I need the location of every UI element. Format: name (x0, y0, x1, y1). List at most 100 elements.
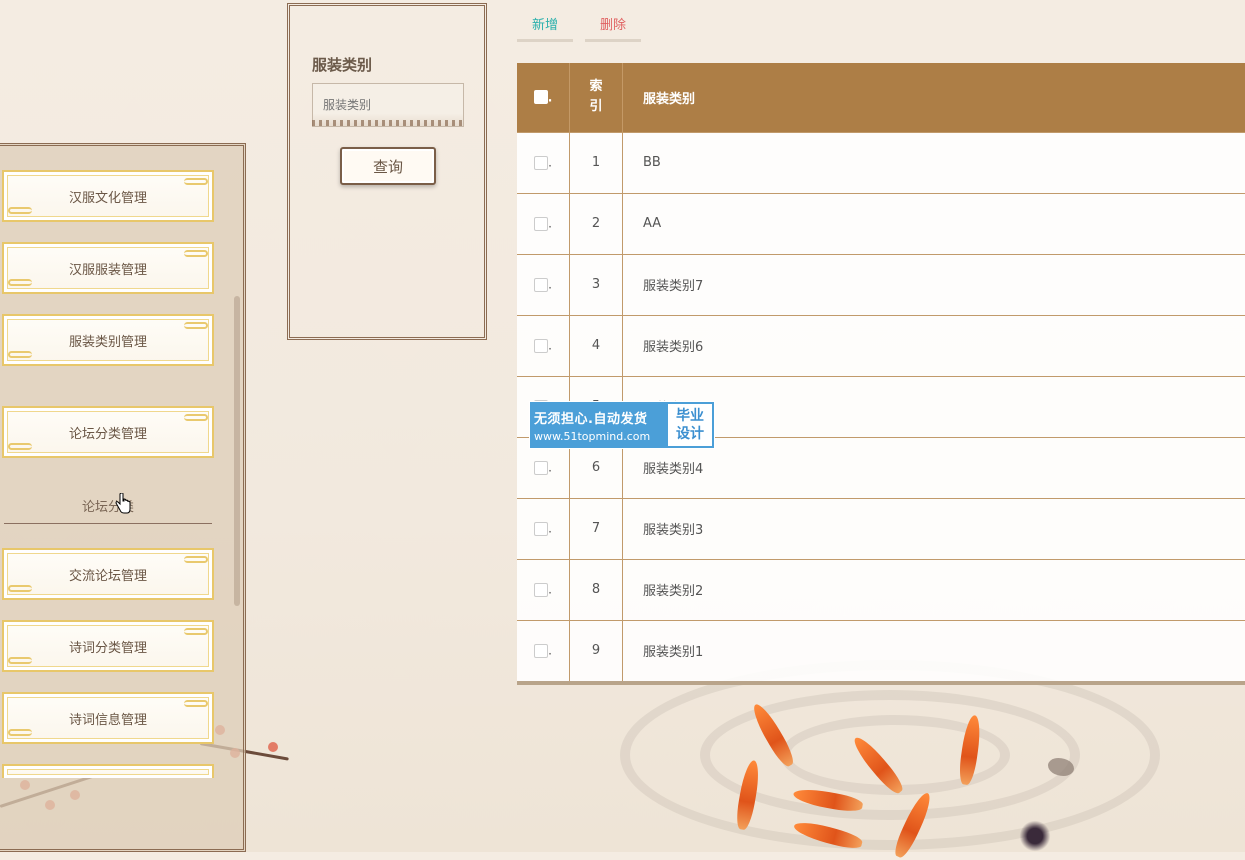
checkbox-dot: . (548, 217, 552, 231)
table-row[interactable]: . 1BB (517, 132, 1245, 193)
query-button[interactable]: 查询 (340, 147, 436, 185)
sidebar-item-hanfu-clothing[interactable]: 汉服服装管理 (2, 242, 214, 294)
watermark-badge-label: 毕业 设计 (666, 402, 714, 448)
sidebar-scrollbar[interactable] (234, 296, 240, 606)
sidebar-item-label: 汉服服装管理 (69, 259, 147, 278)
cloud-swirl-icon (8, 279, 32, 286)
sidebar-item-label: 论坛分类管理 (69, 423, 147, 442)
watermark-badge: 无须担心.自动发货 www.51topmind.com 毕业 设计 (530, 402, 714, 448)
row-index: 1 (570, 132, 623, 193)
sidebar-item-label: 诗词信息管理 (69, 709, 147, 728)
sidebar-item-label: 诗词分类管理 (69, 637, 147, 656)
row-checkbox[interactable] (534, 644, 548, 658)
watermark-text-block: 无须担心.自动发货 www.51topmind.com (530, 402, 666, 448)
cloud-swirl-icon (184, 700, 208, 707)
cloud-swirl-icon (8, 443, 32, 450)
category-header-label: 服装类别 (643, 92, 695, 107)
checkbox-dot: . (548, 339, 552, 353)
row-checkbox[interactable] (534, 461, 548, 475)
category-table: . 索引 服装类别 .1BB.2AA.3服装类别7.4服装类别6.5服装类别5.… (517, 63, 1245, 685)
row-index: 8 (570, 559, 623, 620)
table-bottom-border (517, 681, 1245, 685)
table-row[interactable]: . 2AA (517, 193, 1245, 254)
watermark-badge-line1: 毕业 (676, 407, 704, 425)
select-all-checkbox[interactable] (534, 90, 548, 104)
search-label: 服装类别 (312, 54, 372, 75)
sidebar-item-clothing-category[interactable]: 服装类别管理 (2, 314, 214, 366)
cloud-swirl-icon (184, 628, 208, 635)
add-button[interactable]: 新增 (517, 8, 573, 42)
checkbox-dot: . (548, 278, 552, 292)
row-category-name: 服装类别7 (623, 254, 1245, 315)
row-category-name: 服装类别6 (623, 315, 1245, 376)
checkbox-dot: . (548, 583, 552, 597)
row-checkbox[interactable] (534, 278, 548, 292)
row-checkbox[interactable] (534, 522, 548, 536)
table-row[interactable]: . 8服装类别2 (517, 559, 1245, 620)
row-index: 4 (570, 315, 623, 376)
search-panel: 服装类别 查询 (287, 3, 487, 340)
select-all-cell: . (517, 63, 570, 132)
row-checkbox[interactable] (534, 217, 548, 231)
cloud-swirl-icon (184, 414, 208, 421)
sidebar-item-poem-category[interactable]: 诗词分类管理 (2, 620, 214, 672)
hand-cursor-icon (115, 493, 131, 515)
sidebar-item-label: 服装类别管理 (69, 331, 147, 350)
index-header: 索引 (570, 63, 623, 132)
row-checkbox-cell: . (517, 315, 570, 376)
row-category-name: 服装类别5 (623, 376, 1245, 437)
row-checkbox[interactable] (534, 583, 548, 597)
sidebar-item-forum[interactable]: 交流论坛管理 (2, 548, 214, 600)
row-index: 7 (570, 498, 623, 559)
delete-button[interactable]: 删除 (585, 8, 641, 42)
watermark-url: www.51topmind.com (534, 430, 666, 443)
sidebar-item-more[interactable] (2, 764, 214, 778)
table-row[interactable]: . 7服装类别3 (517, 498, 1245, 559)
table-row[interactable]: . 4服装类别6 (517, 315, 1245, 376)
sidebar-item-label: 交流论坛管理 (69, 565, 147, 584)
category-header: 服装类别 (623, 63, 1245, 132)
sidebar-item-hanfu-culture[interactable]: 汉服文化管理 (2, 170, 214, 222)
watermark-title: 无须担心.自动发货 (534, 408, 666, 427)
sidebar-item-poem-info[interactable]: 诗词信息管理 (2, 692, 214, 744)
row-checkbox-cell: . (517, 193, 570, 254)
cloud-swirl-icon (184, 556, 208, 563)
row-category-name: 服装类别4 (623, 437, 1245, 498)
sidebar-item-forum-category[interactable]: 论坛分类管理 (2, 406, 214, 458)
index-header-label: 索引 (587, 77, 605, 117)
sidebar-item-label: 汉服文化管理 (69, 187, 147, 206)
table-row[interactable]: . 9服装类别1 (517, 620, 1245, 681)
orchid-icon (1015, 820, 1055, 852)
cloud-swirl-icon (8, 657, 32, 664)
checkbox-dot: . (548, 644, 552, 658)
row-index: 3 (570, 254, 623, 315)
watermark-badge-line2: 设计 (676, 425, 704, 443)
row-index: 9 (570, 620, 623, 681)
row-category-name: 服装类别3 (623, 498, 1245, 559)
checkbox-dot: . (548, 522, 552, 536)
cloud-swirl-icon (8, 585, 32, 592)
cloud-swirl-icon (184, 322, 208, 329)
row-checkbox-cell: . (517, 498, 570, 559)
row-category-name: AA (623, 193, 1245, 254)
table-row[interactable]: . 3服装类别7 (517, 254, 1245, 315)
cloud-swirl-icon (8, 729, 32, 736)
cloud-swirl-icon (8, 351, 32, 358)
submenu-item-forum-category[interactable]: 论坛分类 (4, 488, 212, 524)
checkbox-dot: . (548, 461, 552, 475)
cloud-swirl-icon (8, 207, 32, 214)
row-checkbox[interactable] (534, 339, 548, 353)
row-index: 2 (570, 193, 623, 254)
row-checkbox-cell: . (517, 132, 570, 193)
checkbox-dot: . (548, 90, 553, 104)
row-checkbox-cell: . (517, 254, 570, 315)
row-checkbox-cell: . (517, 559, 570, 620)
cloud-swirl-icon (184, 178, 208, 185)
row-category-name: 服装类别1 (623, 620, 1245, 681)
row-category-name: 服装类别2 (623, 559, 1245, 620)
row-checkbox-cell: . (517, 620, 570, 681)
input-fringe-decoration (312, 120, 464, 126)
row-checkbox[interactable] (534, 156, 548, 170)
row-category-name: BB (623, 132, 1245, 193)
checkbox-dot: . (548, 156, 552, 170)
